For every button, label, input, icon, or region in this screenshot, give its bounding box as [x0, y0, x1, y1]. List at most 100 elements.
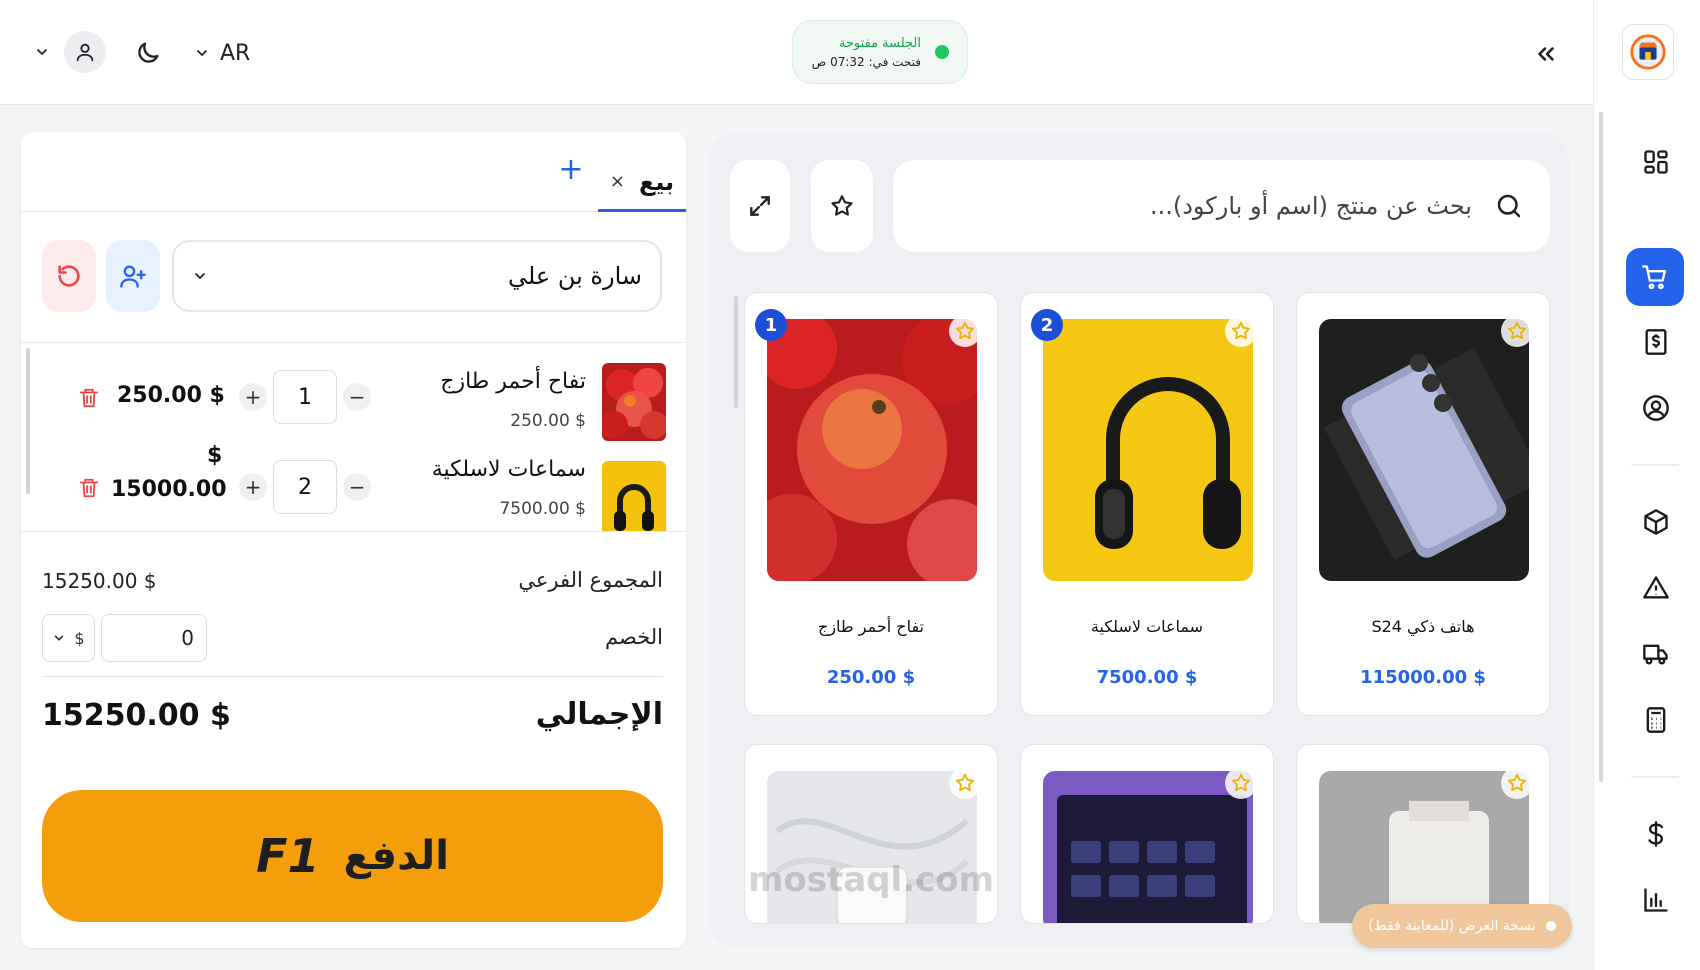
- favorites-filter-button[interactable]: [811, 160, 873, 252]
- user-icon: [76, 43, 94, 62]
- product-card[interactable]: هاتف ذكي S24 115000.00 $: [1296, 292, 1550, 716]
- language-code: AR: [220, 40, 251, 66]
- add-tab-button[interactable]: +: [556, 155, 586, 185]
- box-icon: [1644, 509, 1668, 535]
- favorite-star-button[interactable]: [1225, 767, 1257, 799]
- product-image: [767, 771, 977, 923]
- product-search-input[interactable]: بحث عن منتج (اسم أو باركود)...: [893, 160, 1550, 252]
- product-card[interactable]: [1296, 744, 1550, 924]
- line-total: 250.00 $: [117, 383, 225, 408]
- sidebar-item-dashboard[interactable]: [1628, 134, 1684, 190]
- sidebar-item-invoices[interactable]: [1628, 314, 1684, 370]
- favorite-star-button[interactable]: [949, 767, 981, 799]
- sidebar-item-calculator[interactable]: [1628, 692, 1684, 748]
- session-online-dot: [935, 45, 949, 59]
- cart-icon: [1642, 265, 1667, 290]
- sidebar-divider: [1631, 776, 1679, 778]
- star-icon: [831, 195, 853, 216]
- tab-sale[interactable]: بيع ×: [598, 154, 686, 212]
- search-placeholder: بحث عن منتج (اسم أو باركود)...: [1149, 192, 1472, 220]
- favorite-star-button[interactable]: [949, 315, 981, 347]
- chevron-down-icon: [195, 273, 205, 280]
- cart-item-row: سماعات لاسلكية 7500.00 $ − 2 + $ 15000.0…: [21, 443, 686, 531]
- customer-select[interactable]: سارة بن علي: [172, 240, 662, 312]
- language-selector[interactable]: AR: [194, 38, 250, 68]
- chart-icon: [1644, 888, 1668, 912]
- store-logo-icon: [1630, 34, 1666, 70]
- warning-icon: [1643, 576, 1669, 599]
- star-icon: [1508, 773, 1526, 792]
- session-opened-time: فتحت في: 07:32 ص: [811, 54, 921, 69]
- chevron-down-icon: [37, 49, 47, 56]
- sidebar-item-products[interactable]: [1628, 494, 1684, 550]
- dollar-icon: [1648, 821, 1664, 847]
- favorite-star-button[interactable]: [1225, 315, 1257, 347]
- pay-label: الدفع: [343, 833, 449, 879]
- pay-button[interactable]: الدفع F1: [42, 790, 663, 922]
- refresh-icon: [58, 265, 80, 287]
- app-logo[interactable]: [1622, 24, 1674, 80]
- sidebar-item-pos-cart[interactable]: [1626, 248, 1684, 306]
- quantity-input[interactable]: 2: [273, 460, 337, 514]
- sidebar-scrollbar[interactable]: [1599, 112, 1603, 782]
- item-name: سماعات لاسلكية: [431, 457, 586, 482]
- product-price: 7500.00 $: [1096, 667, 1198, 688]
- sidebar-item-shipping[interactable]: [1628, 626, 1684, 682]
- increase-qty-button[interactable]: +: [239, 473, 267, 501]
- product-price: 115000.00 $: [1360, 667, 1486, 688]
- subtotal-value: 15250.00 $: [42, 569, 157, 593]
- pay-shortcut: F1: [256, 829, 320, 883]
- customer-name: سارة بن علي: [507, 262, 642, 290]
- product-card[interactable]: 2 سماعات لاسلكية 7500.00 $: [1020, 292, 1274, 716]
- discount-label: الخصم: [605, 625, 663, 649]
- theme-toggle-button[interactable]: [130, 35, 166, 71]
- line-total-currency: $: [207, 443, 223, 468]
- products-scrollbar[interactable]: [734, 296, 738, 408]
- add-customer-button[interactable]: [106, 240, 160, 312]
- increase-qty-button[interactable]: +: [239, 383, 267, 411]
- summary-divider: [42, 676, 663, 677]
- cart-items-scrollbar[interactable]: [26, 348, 30, 494]
- total-label: الإجمالي: [535, 697, 663, 732]
- user-menu[interactable]: [34, 31, 106, 73]
- sidebar-item-customers[interactable]: [1628, 380, 1684, 436]
- sale-tabs: [21, 132, 686, 212]
- truck-icon: [1643, 644, 1668, 665]
- star-icon: [1508, 321, 1526, 340]
- discount-input[interactable]: 0: [101, 614, 207, 662]
- reset-cart-button[interactable]: [42, 240, 96, 312]
- collapse-sidebar-button[interactable]: [1528, 36, 1564, 72]
- quantity-input[interactable]: 1: [273, 370, 337, 424]
- moon-icon: [138, 42, 159, 63]
- product-card[interactable]: 1 تفاح أحمر طازج 250.00 $: [744, 292, 998, 716]
- grid-icon: [1644, 150, 1668, 174]
- receipt-icon: [1645, 329, 1667, 355]
- user-plus-icon: [120, 265, 146, 288]
- currency-symbol: $: [74, 628, 85, 648]
- sidebar-item-finance[interactable]: [1628, 806, 1684, 862]
- discount-currency-select[interactable]: $: [42, 614, 95, 662]
- favorite-star-button[interactable]: [1501, 315, 1533, 347]
- decrease-qty-button[interactable]: −: [343, 473, 371, 501]
- subtotal-label: المجموع الفرعي: [518, 568, 663, 592]
- cart-count-badge: 2: [1031, 309, 1063, 341]
- item-thumbnail: [602, 363, 666, 441]
- decrease-qty-button[interactable]: −: [343, 383, 371, 411]
- star-icon: [956, 321, 974, 340]
- close-tab-button[interactable]: ×: [610, 171, 625, 192]
- remove-item-button[interactable]: [75, 383, 103, 413]
- item-name: تفاح أحمر طازج: [440, 369, 586, 394]
- product-image: [1043, 319, 1253, 581]
- sidebar-item-reports[interactable]: [1628, 872, 1684, 928]
- product-image: [1319, 319, 1529, 581]
- cart-count-badge: 1: [755, 309, 787, 341]
- chevron-down-icon: [197, 50, 207, 57]
- favorite-star-button[interactable]: [1501, 767, 1533, 799]
- product-card[interactable]: [1020, 744, 1274, 924]
- total-value: 15250.00 $: [42, 698, 231, 733]
- fullscreen-button[interactable]: [730, 160, 790, 252]
- sidebar-divider: [1631, 464, 1679, 466]
- remove-item-button[interactable]: [75, 473, 103, 503]
- sidebar-item-alerts[interactable]: [1628, 560, 1684, 616]
- item-unit-price: 250.00 $: [510, 411, 586, 431]
